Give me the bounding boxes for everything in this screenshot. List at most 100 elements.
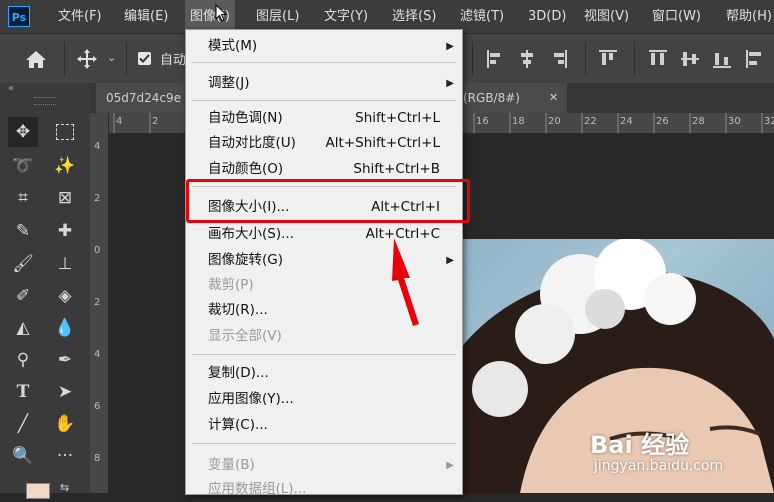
menu-item-duplicate[interactable]: 复制(D)... [186, 361, 462, 386]
menu-item-label: 变量(B) [208, 457, 255, 473]
type-tool-icon[interactable]: T [8, 377, 38, 407]
zoom-tool-icon[interactable]: 🔍 [8, 441, 38, 471]
align-left-icon[interactable] [486, 49, 504, 69]
menu-separator [192, 100, 456, 101]
align-bottom-edges-icon[interactable] [712, 49, 732, 69]
menu-item-label: 图像旋转(G) [208, 252, 283, 268]
menu-item-label: 复制(D)... [208, 365, 269, 381]
menu-item-label: 裁剪(P) [208, 277, 254, 293]
lasso-tool-icon[interactable]: ➰ [8, 151, 38, 181]
move-tool-icon[interactable]: ✥ [8, 117, 38, 147]
ruler-label: 2 [152, 116, 159, 127]
home-icon[interactable] [25, 49, 47, 69]
photoshop-logo: Ps [8, 6, 30, 27]
menu-item-apply-image[interactable]: 应用图像(Y)... [186, 387, 462, 412]
mouse-cursor-icon [215, 4, 228, 22]
align-top-icon[interactable] [598, 49, 618, 69]
ruler-label: 20 [548, 116, 561, 127]
menu-separator [192, 354, 456, 355]
menu-help[interactable]: 帮助(H) [726, 0, 772, 33]
document-tab-suffix-area[interactable]: (RGB/8#) ✕ [461, 83, 567, 113]
auto-select-label: 自动 [160, 53, 187, 68]
menu-item-label: 计算(C)... [208, 417, 268, 433]
menu-filter[interactable]: 滤镜(T) [460, 0, 504, 33]
menu-separator [192, 443, 456, 444]
menu-view[interactable]: 视图(V) [584, 0, 629, 33]
menu-item-auto-contrast[interactable]: 自动对比度(U) Alt+Shift+Ctrl+L [186, 131, 462, 156]
paint-bucket-tool-icon[interactable]: ◭ [8, 313, 38, 343]
menu-3d[interactable]: 3D(D) [528, 0, 566, 33]
submenu-arrow-icon: ▶ [446, 460, 454, 471]
foreground-color-swatch[interactable] [26, 483, 50, 499]
more-tools-icon[interactable]: ··· [50, 441, 80, 471]
hand-tool-icon[interactable]: ✋ [50, 409, 80, 439]
submenu-arrow-icon: ▶ [446, 41, 454, 52]
menu-item-mode[interactable]: 模式(M) ▶ [186, 34, 462, 59]
ruler-label: 2 [94, 297, 101, 308]
divider [634, 42, 635, 76]
move-tool-icon[interactable] [76, 48, 98, 70]
menu-item-variables: 变量(B) ▶ [186, 453, 462, 478]
menu-item-apply-data-set: 应用数据组(L)... [186, 477, 462, 502]
close-icon[interactable]: ✕ [549, 83, 558, 113]
document-tab-mode: (RGB/8#) [463, 91, 520, 105]
history-brush-tool-icon[interactable]: ✐ [8, 281, 38, 311]
swap-colors-icon[interactable]: ⇆ [60, 481, 69, 494]
menu-item-label: 自动对比度(U) [208, 135, 296, 151]
menu-item-auto-tone[interactable]: 自动色调(N) Shift+Ctrl+L [186, 106, 462, 131]
crop-tool-icon[interactable]: ⌗ [8, 183, 38, 213]
ruler-label: 0 [94, 245, 101, 256]
path-selection-tool-icon[interactable]: ➤ [50, 377, 80, 407]
ruler-label: 32 [764, 116, 774, 127]
line-tool-icon[interactable]: ╱ [8, 409, 38, 439]
panel-grip[interactable] [34, 97, 56, 105]
brush-tool-icon[interactable]: 🖌 [8, 249, 38, 279]
ruler-label: 22 [584, 116, 597, 127]
ruler-label: 28 [692, 116, 705, 127]
menu-item-label: 显示全部(V) [208, 328, 282, 344]
submenu-arrow-icon: ▶ [446, 78, 454, 89]
divider [585, 42, 586, 76]
magic-wand-tool-icon[interactable]: ✨ [50, 151, 80, 181]
vertical-ruler: 4 2 0 2 4 6 8 [90, 113, 109, 493]
divider [126, 42, 127, 76]
menu-separator [192, 62, 456, 63]
eyedropper-tool-icon[interactable]: ✎ [8, 216, 38, 246]
ruler-label: 30 [728, 116, 741, 127]
align-vertical-centers-icon[interactable] [680, 49, 700, 69]
menu-item-label: 画布大小(S)... [208, 226, 294, 242]
align-right-icon[interactable] [550, 49, 568, 69]
align-center-icon[interactable] [518, 49, 536, 69]
menu-edit[interactable]: 编辑(E) [124, 0, 168, 33]
menu-item-shortcut: Shift+Ctrl+L [355, 110, 440, 126]
stamp-tool-icon[interactable]: ⊥ [50, 249, 80, 279]
blur-tool-icon[interactable]: 💧 [50, 313, 80, 343]
watermark-logo: Bai 经验 [590, 431, 690, 459]
chevron-down-icon[interactable]: ⌄ [107, 51, 116, 64]
menu-item-label: 应用数据组(L)... [208, 481, 307, 497]
ruler-label: 8 [94, 453, 101, 464]
align-left-edges-icon[interactable] [745, 49, 765, 69]
divider [64, 42, 65, 76]
pen-tool-icon[interactable]: ✒ [50, 345, 80, 375]
ruler-label: 4 [94, 349, 101, 360]
collapse-panel-icon[interactable]: « [8, 83, 14, 94]
ruler-label-group: 4 2 0 2 4 6 8 [90, 113, 108, 493]
healing-brush-tool-icon[interactable]: ✚ [50, 216, 80, 246]
menu-item-label: 裁切(R)... [208, 302, 268, 318]
eraser-tool-icon[interactable]: ◈ [50, 281, 80, 311]
ruler-label: 4 [116, 116, 123, 127]
menu-item-calculations[interactable]: 计算(C)... [186, 413, 462, 438]
ruler-label: 18 [512, 116, 525, 127]
auto-select-checkbox[interactable] [138, 52, 151, 65]
ruler-label: 4 [94, 141, 101, 152]
highlight-box [186, 179, 470, 223]
menu-file[interactable]: 文件(F) [58, 0, 102, 33]
dodge-tool-icon[interactable]: ⚲ [8, 345, 38, 375]
marquee-tool-icon[interactable] [50, 117, 80, 147]
frame-tool-icon[interactable]: ⊠ [50, 183, 80, 213]
menu-item-adjustments[interactable]: 调整(J) ▶ [186, 71, 462, 96]
align-top-edges-icon[interactable] [648, 49, 668, 69]
ruler-label: 26 [656, 116, 669, 127]
menu-window[interactable]: 窗口(W) [652, 0, 701, 33]
